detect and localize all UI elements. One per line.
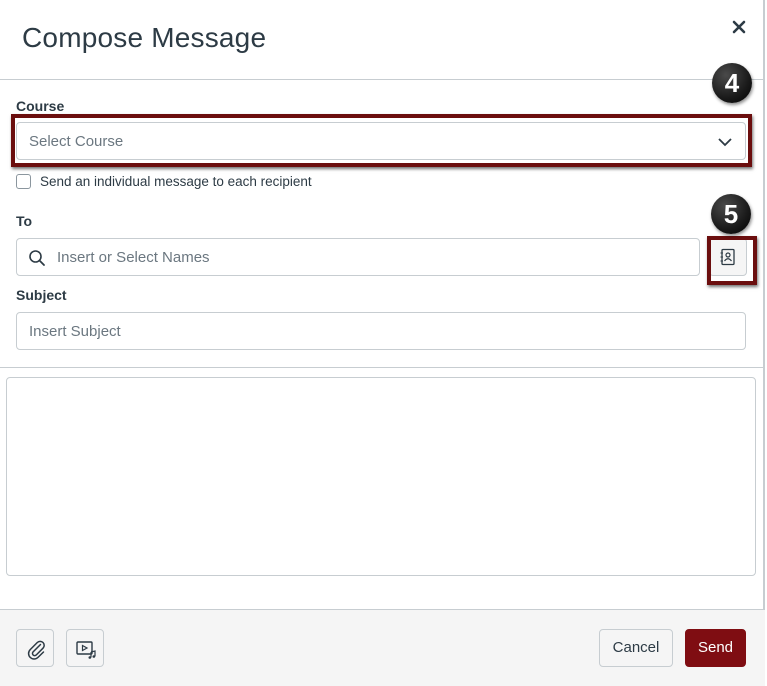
compose-message-dialog: Compose Message Course Select Course 4 S… xyxy=(0,0,765,686)
to-label: To xyxy=(16,213,33,229)
individual-message-checkbox[interactable] xyxy=(16,174,31,189)
cancel-button[interactable]: Cancel xyxy=(599,629,673,667)
individual-message-label: Send an individual message to each recip… xyxy=(40,174,312,189)
search-icon xyxy=(28,249,46,272)
callout-highlight-course xyxy=(11,114,752,167)
to-input-placeholder: Insert or Select Names xyxy=(57,249,210,266)
paperclip-icon xyxy=(27,640,45,660)
section-divider xyxy=(0,367,765,368)
attach-file-button[interactable] xyxy=(16,629,54,667)
subject-input[interactable]: Insert Subject xyxy=(16,312,746,350)
callout-highlight-address-book xyxy=(707,236,757,285)
course-label: Course xyxy=(16,98,65,114)
callout-badge-4: 4 xyxy=(712,63,752,103)
media-icon xyxy=(76,641,96,659)
message-body-textarea[interactable] xyxy=(6,377,756,576)
send-button[interactable]: Send xyxy=(685,629,746,667)
close-icon[interactable] xyxy=(728,16,750,38)
to-recipients-input[interactable]: Insert or Select Names xyxy=(16,238,700,276)
callout-badge-5: 5 xyxy=(711,194,751,234)
subject-input-placeholder: Insert Subject xyxy=(29,323,121,340)
dialog-title: Compose Message xyxy=(22,22,267,53)
dialog-header: Compose Message xyxy=(0,0,765,80)
subject-label: Subject xyxy=(16,287,67,303)
dialog-footer: Cancel Send xyxy=(0,609,765,686)
record-media-button[interactable] xyxy=(66,629,104,667)
